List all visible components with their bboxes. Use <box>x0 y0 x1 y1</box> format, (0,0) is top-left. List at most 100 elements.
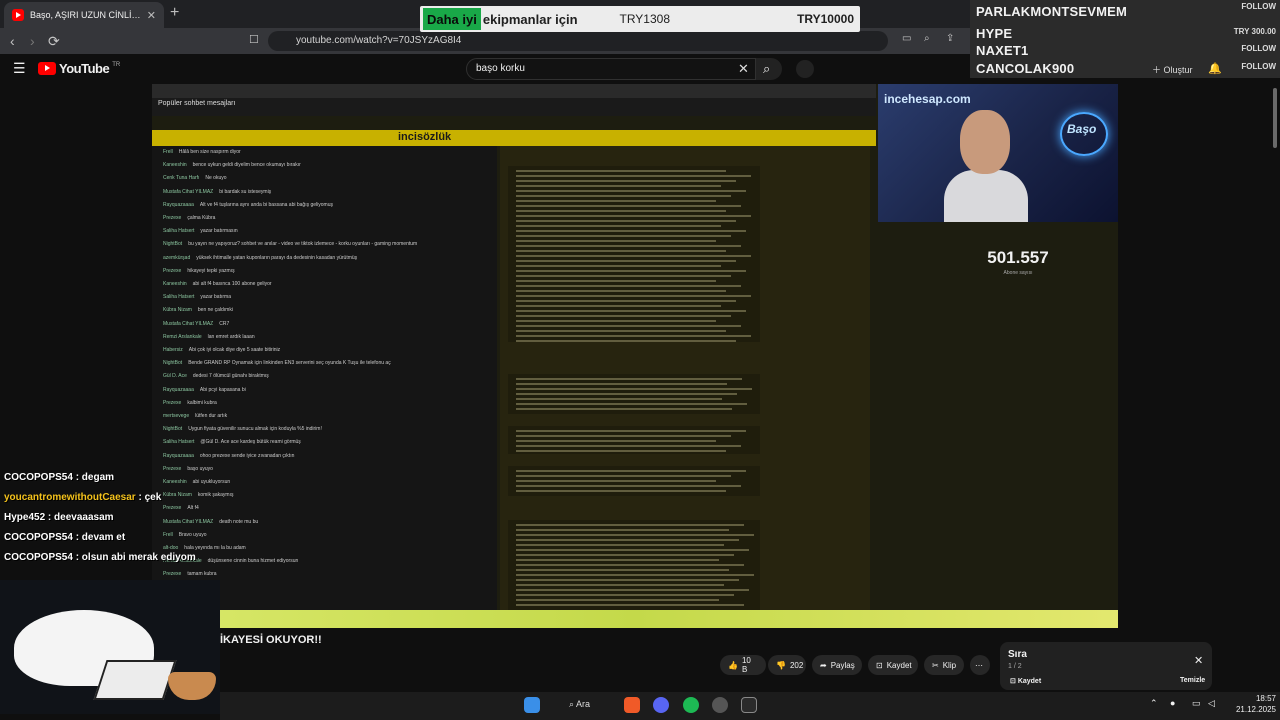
microphone-tray-icon[interactable]: ● <box>1170 698 1175 708</box>
browser-tab[interactable]: Başo, AŞIRI UZUN CİNLİ KORKU... ✕ <box>4 2 164 28</box>
captured-chat-message: Habersiz Abi çok iyi olcak diye diye 5 sa… <box>163 347 280 353</box>
captured-chat-text: başo uyuyo <box>187 465 213 472</box>
overlay-chat-text: : olsun abi merak ediyom <box>75 552 196 563</box>
overlay-chat-user: youcantromewithoutCaesar <box>4 492 136 503</box>
menu-icon[interactable]: ☰ <box>13 60 26 77</box>
captured-chat-user: Rayquazaaaa <box>163 452 194 459</box>
captured-chat-message: Prezexe Alt f4 <box>163 505 199 511</box>
captured-post-text-line <box>516 604 744 606</box>
bookmark-icon[interactable]: ☐ <box>249 33 259 46</box>
captured-post-text-line <box>516 403 747 405</box>
captured-chat-text: Alt ve f4 tuşlarına aynı anda bi bassana… <box>199 201 333 208</box>
share-arrow-icon: ➦ <box>820 660 827 670</box>
close-tab-icon[interactable]: ✕ <box>147 9 156 22</box>
network-icon[interactable]: ▭ <box>1192 698 1201 709</box>
captured-chat-text: tamam kubra <box>187 571 217 578</box>
clock-date: 21.12.2025 <box>1235 705 1276 714</box>
captured-post-text-line <box>516 445 741 447</box>
notifications-icon[interactable]: 🔔 <box>1208 62 1222 75</box>
like-button[interactable]: 👍 10 B <box>720 655 766 675</box>
captured-post-text-line <box>516 544 724 546</box>
more-actions-button[interactable]: ⋯ <box>970 655 990 675</box>
zoom-icon[interactable]: ⌕ <box>924 33 930 44</box>
windows-start-icon[interactable] <box>524 697 540 713</box>
captured-chat-user: alt-doo <box>163 545 179 551</box>
captured-post-text-line <box>516 340 736 342</box>
share-button[interactable]: ➦ Paylaş <box>812 655 862 675</box>
donor-name: NAXET1 <box>976 43 1029 58</box>
reload-icon[interactable]: ⟳ <box>48 33 60 50</box>
captured-post-text-line <box>516 480 716 482</box>
clip-button[interactable]: ✂ Klip <box>924 655 964 675</box>
captured-chat-user: Prezexe <box>163 215 182 221</box>
captured-post-text-line <box>516 315 731 317</box>
captured-chat-user: Rayquazaaaa <box>163 386 194 393</box>
captured-chat-message: Kaneeshin bence uykun geldi diyelim bence… <box>163 162 301 168</box>
captured-chat-text: Abi çok iyi olcak diye diye 5 saate biti… <box>188 347 281 353</box>
new-tab-button[interactable]: + <box>170 4 179 22</box>
captured-chat-text: hikayeyi tepki yazmış <box>187 267 235 274</box>
search-input[interactable]: başo korku <box>466 58 756 80</box>
close-queue-icon[interactable]: ✕ <box>1194 654 1203 667</box>
captured-chat-user: Saliha Hatsert <box>163 228 195 235</box>
captured-post-text-line <box>516 599 719 601</box>
captured-chat-message: Cenk Tuna Harfı Ne okuyo <box>163 175 227 181</box>
steam-icon[interactable] <box>712 697 728 713</box>
ad-banner[interactable]: Daha iyi ekipmanlar için TRY1308 TRY1000… <box>420 6 860 32</box>
overlay-chat-text: : deevaaasam <box>47 512 114 523</box>
captured-chat-message: Remzi Arslankale lan emret ardık laaan <box>163 334 255 340</box>
queue-clear-button[interactable]: Temizle <box>1180 677 1205 684</box>
captured-site-logo: incisözlük <box>398 131 452 143</box>
system-clock[interactable]: 18:57 21.12.2025 <box>1222 693 1276 715</box>
dislike-button[interactable]: 👎 202 <box>768 655 806 675</box>
captured-site-header <box>152 130 876 146</box>
overlay-chat-user: COCOPOPS54 <box>4 472 73 483</box>
overlay-chat-user: Hype452 <box>4 512 46 523</box>
page-scrollbar[interactable] <box>1273 88 1277 148</box>
clear-search-icon[interactable]: ✕ <box>738 61 749 77</box>
volume-icon[interactable]: ◁ <box>1208 698 1215 709</box>
captured-post-text-line <box>516 170 726 172</box>
more-icon: ⋯ <box>975 660 983 670</box>
overlay-chat-message: youcantromewithoutCaesar : çek <box>4 492 161 503</box>
back-icon[interactable]: ‹ <box>10 33 15 49</box>
create-button[interactable]: ＋ Oluştur <box>1152 63 1193 76</box>
captured-chat-user: mertsevege <box>163 413 190 419</box>
overlay-chat-text: : devam et <box>75 532 126 543</box>
discord-icon[interactable] <box>653 697 669 713</box>
captured-post-text-line <box>516 220 736 222</box>
forward-icon[interactable]: › <box>30 33 35 49</box>
dislike-count: 202 <box>789 660 804 670</box>
captured-post-text-line <box>516 594 734 596</box>
captured-address-bar <box>152 98 876 116</box>
captured-chat-user: NightBot <box>163 426 183 433</box>
taskbar-search[interactable]: ⌕ Ara <box>569 699 590 710</box>
captured-chat-user: NightBot <box>163 241 183 248</box>
queue-save-button[interactable]: ⊡ Kaydet <box>1010 677 1041 685</box>
search-button[interactable]: ⌕ <box>756 58 782 80</box>
captured-chat-text: bence uykun geldi diyelim bence okumayı … <box>192 162 301 169</box>
spotify-icon[interactable] <box>683 697 699 713</box>
captured-chat-message: Prezexe çalma Kübra <box>163 215 215 221</box>
keyboard-illustration <box>93 660 177 700</box>
captured-chat-user: Prezexe <box>163 505 182 512</box>
captured-post-text-line <box>516 475 731 477</box>
share-icon[interactable]: ⇪ <box>946 33 954 44</box>
brave-browser-icon[interactable] <box>624 697 640 713</box>
captured-post-text-line <box>516 383 727 385</box>
epic-games-icon[interactable] <box>741 697 757 713</box>
create-label: Oluştur <box>1163 65 1193 75</box>
microphone-icon[interactable] <box>796 60 814 78</box>
save-button[interactable]: ⊡ Kaydet <box>868 655 918 675</box>
captured-post-text-line <box>516 240 716 242</box>
youtube-logo[interactable]: YouTube TR <box>38 61 120 76</box>
captured-chat-user: Kaneeshin <box>163 281 187 287</box>
captured-post-text-line <box>516 378 742 380</box>
captured-chat-message: Gül D. Ace dedesi 7 ölümcül günahı birakt… <box>163 373 269 379</box>
neon-sign-text: Başo <box>1067 122 1097 136</box>
search-icon: ⌕ <box>763 61 771 76</box>
cast-icon[interactable]: ▭ <box>902 33 911 44</box>
tray-chevron-icon[interactable]: ⌃ <box>1150 698 1158 709</box>
address-bar[interactable]: youtube.com/watch?v=70JSYzAG8I4 <box>268 31 888 51</box>
overlay-chat-user: COCOPOPS54 <box>4 552 73 563</box>
